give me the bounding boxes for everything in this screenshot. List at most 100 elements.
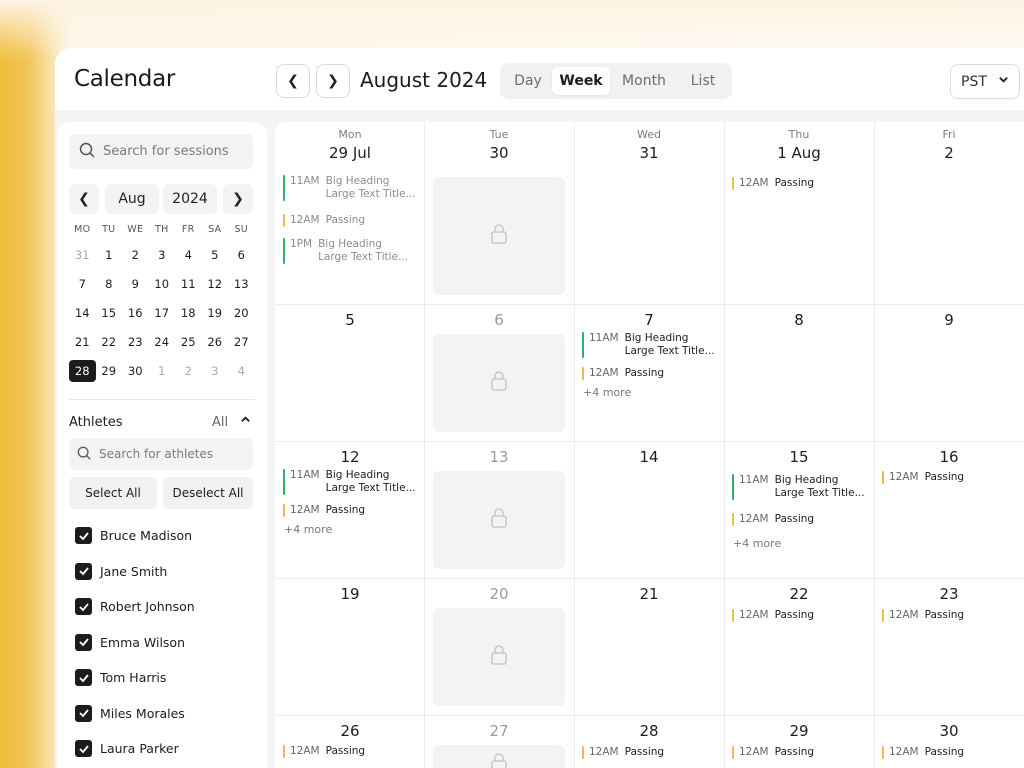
- day-date[interactable]: 29 Jul: [275, 144, 425, 162]
- more-events-link[interactable]: +4 more: [583, 386, 631, 399]
- event-item[interactable]: 12AM Passing: [732, 513, 814, 526]
- event-item[interactable]: 12AM Passing: [582, 746, 664, 759]
- mini-day[interactable]: 3: [202, 360, 229, 382]
- mini-prev-month-button[interactable]: ❮: [69, 184, 99, 214]
- day-date[interactable]: 2: [874, 144, 1024, 162]
- more-events-link[interactable]: +4 more: [733, 537, 781, 550]
- event-item[interactable]: 12AM Passing: [283, 745, 365, 758]
- mini-day[interactable]: 19: [202, 302, 229, 324]
- day-date[interactable]: 1 Aug: [724, 144, 874, 162]
- next-period-button[interactable]: ❯: [316, 64, 350, 98]
- athlete-search[interactable]: [69, 438, 253, 470]
- mini-day[interactable]: 13: [228, 273, 255, 295]
- mini-day[interactable]: 24: [149, 331, 176, 353]
- more-events-link[interactable]: +4 more: [284, 523, 332, 536]
- event-item[interactable]: 12AM Passing: [732, 746, 814, 759]
- mini-day[interactable]: 12: [202, 273, 229, 295]
- timezone-select[interactable]: PST: [950, 64, 1020, 99]
- event-item[interactable]: 12AM Passing: [732, 609, 814, 622]
- mini-day[interactable]: 22: [96, 331, 123, 353]
- event-item[interactable]: 11AM Big Heading Large Text Title...: [283, 469, 416, 495]
- day-date[interactable]: 6: [424, 311, 574, 329]
- checkbox-checked[interactable]: [75, 669, 92, 687]
- select-all-button[interactable]: Select All: [69, 477, 157, 509]
- mini-day[interactable]: 15: [96, 302, 123, 324]
- checkbox-checked[interactable]: [75, 527, 92, 545]
- event-item[interactable]: 1PM Big Heading Large Text Title...: [283, 238, 408, 264]
- day-date[interactable]: 31: [574, 144, 724, 162]
- day-date[interactable]: 8: [724, 311, 874, 329]
- chevron-up-icon[interactable]: [240, 414, 251, 428]
- mini-day[interactable]: 16: [122, 302, 149, 324]
- day-date[interactable]: 30: [874, 722, 1024, 740]
- mini-day[interactable]: 3: [149, 244, 176, 266]
- day-date[interactable]: 23: [874, 585, 1024, 603]
- mini-day[interactable]: 1: [149, 360, 176, 382]
- mini-day[interactable]: 27: [228, 331, 255, 353]
- athlete-item[interactable]: Miles Morales: [75, 696, 195, 732]
- mini-day[interactable]: 17: [149, 302, 176, 324]
- day-date[interactable]: 5: [275, 311, 425, 329]
- event-item[interactable]: 12AM Passing: [283, 504, 365, 517]
- checkbox-checked[interactable]: [75, 740, 92, 758]
- mini-day[interactable]: 7: [69, 273, 96, 295]
- previous-period-button[interactable]: ❮: [276, 64, 310, 98]
- athletes-filter-all[interactable]: All: [212, 415, 228, 430]
- athlete-item[interactable]: Tom Harris: [75, 660, 195, 696]
- mini-day[interactable]: 8: [96, 273, 123, 295]
- mini-day[interactable]: 21: [69, 331, 96, 353]
- mini-day[interactable]: 4: [228, 360, 255, 382]
- mini-day[interactable]: 11: [175, 273, 202, 295]
- checkbox-checked[interactable]: [75, 633, 92, 651]
- day-date[interactable]: 12: [275, 448, 425, 466]
- mini-day[interactable]: 30: [122, 360, 149, 382]
- event-item[interactable]: 11AM Big Heading Large Text Title...: [732, 474, 865, 500]
- mini-day[interactable]: 25: [175, 331, 202, 353]
- day-date[interactable]: 15: [724, 448, 874, 466]
- checkbox-checked[interactable]: [75, 704, 92, 722]
- athlete-search-input[interactable]: [99, 447, 249, 461]
- day-date[interactable]: 14: [574, 448, 724, 466]
- athlete-item[interactable]: Bruce Madison: [75, 518, 195, 554]
- mini-day[interactable]: 5: [202, 244, 229, 266]
- mini-day[interactable]: 26: [202, 331, 229, 353]
- day-date[interactable]: 9: [874, 311, 1024, 329]
- day-date[interactable]: 20: [424, 585, 574, 603]
- tab-week[interactable]: Week: [552, 67, 610, 95]
- event-item[interactable]: 12AM Passing: [882, 609, 964, 622]
- checkbox-checked[interactable]: [75, 562, 92, 580]
- day-date[interactable]: 29: [724, 722, 874, 740]
- mini-month-select[interactable]: Aug: [105, 184, 159, 214]
- athlete-item[interactable]: Laura Parker: [75, 731, 195, 767]
- day-date[interactable]: 16: [874, 448, 1024, 466]
- mini-day[interactable]: 1: [96, 244, 123, 266]
- day-date[interactable]: 7: [574, 311, 724, 329]
- mini-next-month-button[interactable]: ❯: [223, 184, 253, 214]
- tab-day[interactable]: Day: [504, 67, 552, 95]
- session-search[interactable]: [69, 134, 253, 169]
- mini-day[interactable]: 10: [149, 273, 176, 295]
- tab-list[interactable]: List: [678, 67, 728, 95]
- mini-day[interactable]: 18: [175, 302, 202, 324]
- event-item[interactable]: 12AM Passing: [283, 214, 365, 227]
- mini-year-select[interactable]: 2024: [163, 184, 217, 214]
- mini-day[interactable]: 6: [228, 244, 255, 266]
- event-item[interactable]: 12AM Passing: [582, 367, 664, 380]
- mini-day[interactable]: 2: [122, 244, 149, 266]
- mini-day[interactable]: 20: [228, 302, 255, 324]
- mini-day[interactable]: 31: [69, 244, 96, 266]
- event-item[interactable]: 12AM Passing: [732, 177, 814, 190]
- deselect-all-button[interactable]: Deselect All: [163, 477, 253, 509]
- tab-month[interactable]: Month: [610, 67, 678, 95]
- session-search-input[interactable]: [103, 144, 253, 159]
- mini-day[interactable]: 2: [175, 360, 202, 382]
- day-date[interactable]: 30: [424, 144, 574, 162]
- athlete-item[interactable]: Robert Johnson: [75, 589, 195, 625]
- event-item[interactable]: 11AM Big Heading Large Text Title...: [283, 175, 416, 201]
- event-item[interactable]: 12AM Passing: [882, 471, 964, 484]
- checkbox-checked[interactable]: [75, 598, 92, 616]
- day-date[interactable]: 27: [424, 722, 574, 740]
- mini-day[interactable]: 9: [122, 273, 149, 295]
- event-item[interactable]: 11AM Big Heading Large Text Title...: [582, 332, 715, 358]
- day-date[interactable]: 19: [275, 585, 425, 603]
